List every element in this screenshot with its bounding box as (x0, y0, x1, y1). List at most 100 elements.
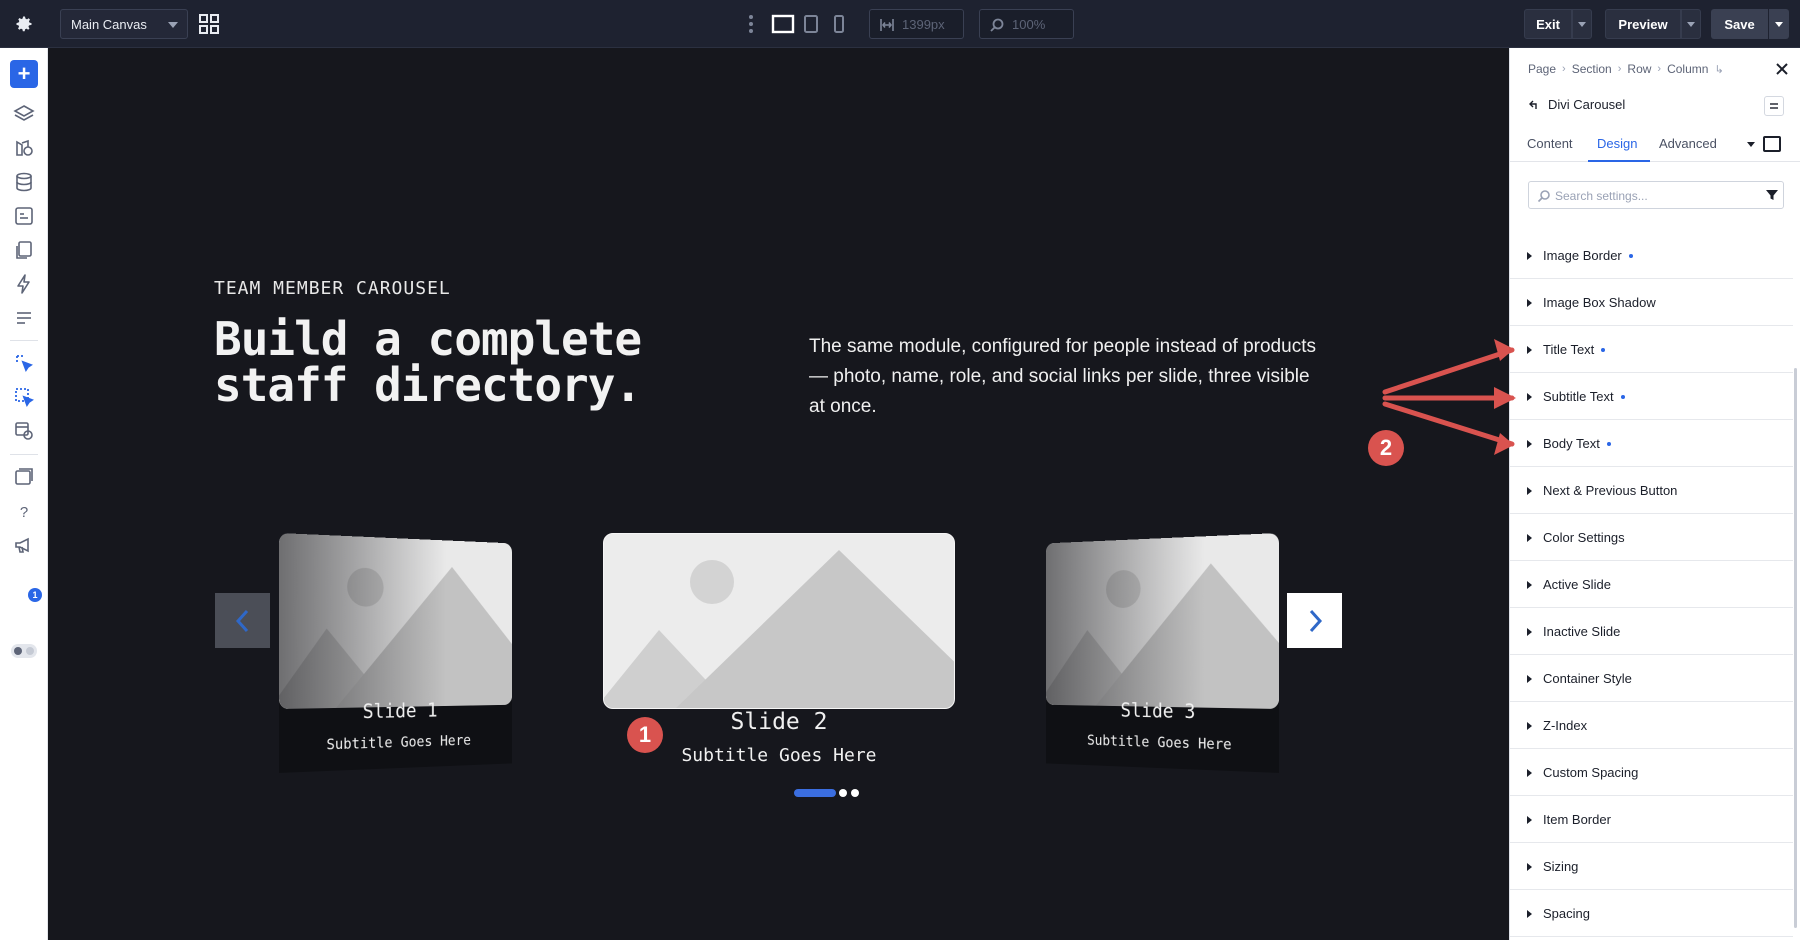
caret-right-icon (1527, 628, 1532, 636)
breadcrumb-separator-icon: › (1562, 63, 1566, 75)
left-sidebar: + ? 1 (0, 48, 48, 940)
pages-icon[interactable] (13, 239, 35, 261)
close-icon[interactable] (1775, 62, 1789, 76)
settings-group[interactable]: Title Text (1510, 326, 1793, 373)
exit-button[interactable]: Exit (1524, 9, 1572, 39)
settings-group-title: Next & Previous Button (1543, 483, 1678, 498)
caret-right-icon (1527, 816, 1532, 824)
settings-group-label: Container Style (1543, 671, 1632, 686)
callout-marker-2: 2 (1368, 430, 1404, 466)
preview-dropdown-button[interactable] (1681, 9, 1701, 39)
dark-mode-toggle[interactable] (11, 644, 37, 658)
layers-icon[interactable] (13, 103, 35, 125)
settings-group-title: Sizing (1543, 859, 1579, 874)
builder-app: Main Canvas 1399px 100% Exit Preview Sav… (0, 0, 1800, 940)
tablet-view-icon[interactable] (803, 14, 819, 34)
preview-button[interactable]: Preview (1605, 9, 1681, 39)
search-icon (1537, 189, 1551, 203)
settings-group[interactable]: Image Box Shadow (1510, 279, 1793, 326)
toggle-knob (26, 647, 34, 655)
settings-group[interactable]: Item Border (1510, 796, 1793, 843)
canvas-grid-icon[interactable] (198, 13, 220, 35)
modified-dot-icon (1606, 441, 1611, 446)
database-icon[interactable] (13, 171, 35, 193)
settings-group[interactable]: Z-Index (1510, 702, 1793, 749)
return-arrow-icon: ↳ (1714, 63, 1724, 76)
add-module-button[interactable]: + (10, 60, 38, 88)
canvas-width-field[interactable]: 1399px (869, 9, 964, 39)
tab-advanced[interactable]: Advanced (1659, 136, 1717, 151)
settings-group-label: Spacing (1543, 906, 1590, 921)
breadcrumb-page[interactable]: Page (1528, 62, 1556, 76)
breadcrumb-row[interactable]: Row (1627, 62, 1651, 76)
canvas-select-value: Main Canvas (71, 16, 147, 32)
pagination-dot[interactable] (839, 789, 847, 797)
carousel-prev-button[interactable] (215, 593, 270, 648)
settings-group-label: Image Border (1543, 248, 1633, 263)
modified-dot-icon (1601, 347, 1606, 352)
modified-dot-icon (1628, 253, 1633, 258)
settings-group[interactable]: Custom Spacing (1510, 749, 1793, 796)
caret-right-icon (1527, 252, 1532, 260)
help-icon[interactable]: ? (13, 500, 35, 522)
more-options-icon[interactable] (748, 14, 754, 34)
settings-tabs: Content Design Advanced (1510, 128, 1800, 162)
settings-search-input[interactable]: Search settings... (1528, 181, 1784, 209)
chevron-down-icon[interactable] (1747, 142, 1755, 147)
theme-builder-icon[interactable] (13, 420, 35, 442)
settings-group[interactable]: Inactive Slide (1510, 608, 1793, 655)
pagination-dot-active[interactable] (794, 789, 836, 797)
toggle-knob (14, 647, 22, 655)
announcements-icon[interactable] (13, 534, 35, 556)
top-toolbar: Main Canvas 1399px 100% Exit Preview Sav… (0, 0, 1800, 48)
phone-view-icon[interactable] (832, 14, 846, 34)
desktop-view-icon[interactable] (771, 14, 795, 34)
chevron-right-icon (1309, 609, 1322, 632)
settings-group-label: Item Border (1543, 812, 1611, 827)
settings-group[interactable]: Image Border (1510, 232, 1793, 279)
zoom-field[interactable]: 100% (979, 9, 1074, 39)
settings-groups-list: Image Border Image Box Shadow Title Text Su… (1510, 232, 1793, 937)
panel-scrollbar[interactable] (1794, 368, 1797, 928)
module-options-icon[interactable] (1764, 96, 1784, 116)
save-button[interactable]: Save (1711, 9, 1768, 39)
exit-dropdown-button[interactable] (1572, 9, 1592, 39)
chevron-down-icon (1687, 21, 1695, 27)
carousel-slide-1[interactable]: Slide 1 Subtitle Goes Here (279, 533, 513, 783)
settings-group[interactable]: Sizing (1510, 843, 1793, 890)
settings-group-title: Custom Spacing (1543, 765, 1639, 780)
chevron-down-icon (168, 22, 178, 28)
layouts-icon[interactable] (13, 466, 35, 488)
page-settings-icon[interactable] (13, 205, 35, 227)
filter-icon[interactable] (1765, 188, 1779, 202)
settings-group[interactable]: Body Text (1510, 420, 1793, 467)
breadcrumb-separator-icon: › (1657, 63, 1662, 75)
save-dropdown-button[interactable] (1769, 9, 1789, 39)
settings-group[interactable]: Container Style (1510, 655, 1793, 702)
settings-group-label: Body Text (1543, 436, 1611, 451)
select-module-icon[interactable] (13, 352, 35, 374)
settings-group[interactable]: Spacing (1510, 890, 1793, 937)
settings-group[interactable]: Color Settings (1510, 514, 1793, 561)
breadcrumb-section[interactable]: Section (1572, 62, 1612, 76)
settings-group[interactable]: Subtitle Text (1510, 373, 1793, 420)
tab-design[interactable]: Design (1597, 136, 1637, 151)
presets-icon[interactable] (13, 307, 35, 329)
carousel-slide-3[interactable]: Slide 3 Subtitle Goes Here (1045, 533, 1279, 783)
settings-gear-icon[interactable] (12, 12, 36, 36)
settings-group-title: Z-Index (1543, 718, 1588, 733)
lightning-icon[interactable] (13, 273, 35, 295)
settings-group[interactable]: Active Slide (1510, 561, 1793, 608)
settings-group[interactable]: Next & Previous Button (1510, 467, 1793, 514)
breadcrumb-column[interactable]: Column (1667, 62, 1708, 76)
device-toggle-icon[interactable] (1763, 136, 1781, 152)
design-library-icon[interactable] (13, 137, 35, 159)
tab-content[interactable]: Content (1527, 136, 1573, 151)
pagination-dot[interactable] (851, 789, 859, 797)
chevron-left-icon (235, 609, 248, 632)
multi-select-icon[interactable] (13, 386, 35, 408)
carousel-next-button[interactable] (1287, 593, 1342, 648)
canvas-select[interactable]: Main Canvas (60, 9, 188, 39)
caret-right-icon (1527, 299, 1532, 307)
caret-right-icon (1527, 722, 1532, 730)
